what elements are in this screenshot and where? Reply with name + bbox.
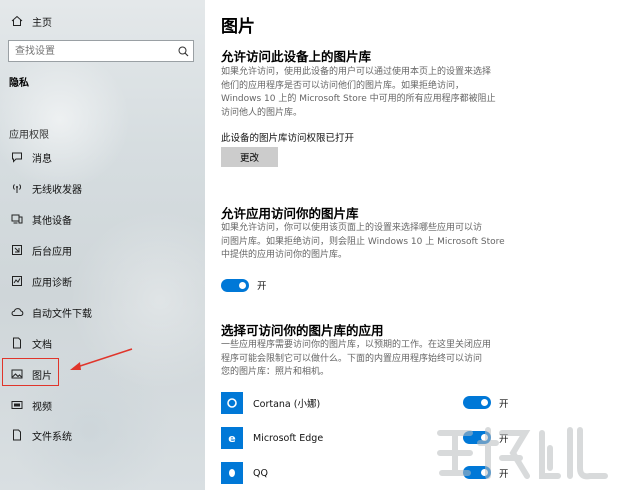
background-apps-icon [10, 243, 24, 257]
edge-e-icon: e [221, 427, 243, 449]
sidebar-item-app-diagnostics[interactable]: 应用诊断 [0, 267, 205, 295]
app-name: Microsoft Edge [253, 432, 324, 444]
app-access-toggle[interactable] [221, 278, 249, 292]
app-row-cortana: Cortana (小娜) 开 [221, 391, 521, 415]
section2-description: 如果允许访问，你可以使用该页面上的设置来选择哪些应用可以访 问图片库。如果拒绝访… [221, 223, 505, 260]
section3-description: 一些应用程序需要访问你的图片库，以预期的工作。在这里关闭应用 程序可能会限制它可… [221, 340, 492, 377]
change-button[interactable]: 更改 [221, 147, 278, 167]
sidebar-item-label: 无线收发器 [32, 184, 82, 196]
sidebar-item-label: 文件系统 [32, 431, 72, 443]
section1-description: 如果允许访问，使用此设备的用户可以通过使用本页上的设置来选择 他们的应用程序是否… [221, 67, 496, 118]
cortana-ring-icon [221, 392, 243, 414]
sidebar-item-auto-download[interactable]: 自动文件下载 [0, 298, 205, 326]
sidebar-item-label: 应用诊断 [32, 277, 72, 289]
section2-heading: 允许应用访问你的图片库 [221, 206, 359, 221]
main-panel: 图片 允许访问此设备上的图片库 如果允许访问，使用此设备的用户可以通过使用本页上… [205, 0, 626, 490]
settings-sidebar: 主页 隐私 应用权限 消息 无线收发器 其他设备 后台应用 [0, 0, 205, 490]
search-box[interactable] [8, 40, 194, 62]
diagnostics-icon [10, 274, 24, 288]
section-title: 隐私 [9, 78, 29, 89]
selected-item-highlight [2, 358, 59, 386]
watermark-logo [437, 427, 608, 480]
file-icon [10, 428, 24, 442]
sidebar-item-label: 视频 [32, 401, 52, 413]
sidebar-home[interactable]: 主页 [0, 7, 205, 35]
radio-antenna-icon [10, 181, 24, 195]
sidebar-item-label: 后台应用 [32, 246, 72, 258]
section3-heading: 选择可访问你的图片库的应用 [221, 323, 384, 338]
video-icon [10, 398, 24, 412]
search-input[interactable] [15, 42, 175, 60]
toggle-state-label: 开 [257, 281, 267, 292]
group-title: 应用权限 [9, 130, 49, 141]
section2-toggle-row: 开 [221, 278, 267, 292]
sidebar-item-label: 消息 [32, 153, 52, 165]
sidebar-item-label: 其他设备 [32, 215, 72, 227]
sidebar-home-label: 主页 [32, 17, 52, 29]
section1-heading: 允许访问此设备上的图片库 [221, 49, 372, 64]
page-title: 图片 [221, 17, 255, 37]
search-icon[interactable] [175, 43, 191, 59]
document-icon [10, 336, 24, 350]
home-icon [10, 14, 24, 28]
app-toggle-state: 开 [499, 399, 509, 410]
cortana-toggle[interactable] [463, 396, 491, 409]
sidebar-item-file-system[interactable]: 文件系统 [0, 421, 205, 449]
sidebar-item-label: 自动文件下载 [32, 308, 92, 320]
app-name: Cortana (小娜) [253, 399, 321, 410]
sidebar-item-messages[interactable]: 消息 [0, 143, 205, 171]
cloud-icon [10, 305, 24, 319]
devices-icon [10, 212, 24, 226]
message-icon [10, 150, 24, 164]
sidebar-item-label: 文档 [32, 339, 52, 351]
sidebar-item-other-devices[interactable]: 其他设备 [0, 205, 205, 233]
sidebar-item-documents[interactable]: 文档 [0, 329, 205, 357]
section1-status: 此设备的图片库访问权限已打开 [221, 133, 355, 144]
app-name: QQ [253, 467, 268, 479]
sidebar-item-videos[interactable]: 视频 [0, 391, 205, 419]
sidebar-item-radios[interactable]: 无线收发器 [0, 174, 205, 202]
qq-penguin-icon [221, 462, 243, 484]
sidebar-item-background-apps[interactable]: 后台应用 [0, 236, 205, 264]
